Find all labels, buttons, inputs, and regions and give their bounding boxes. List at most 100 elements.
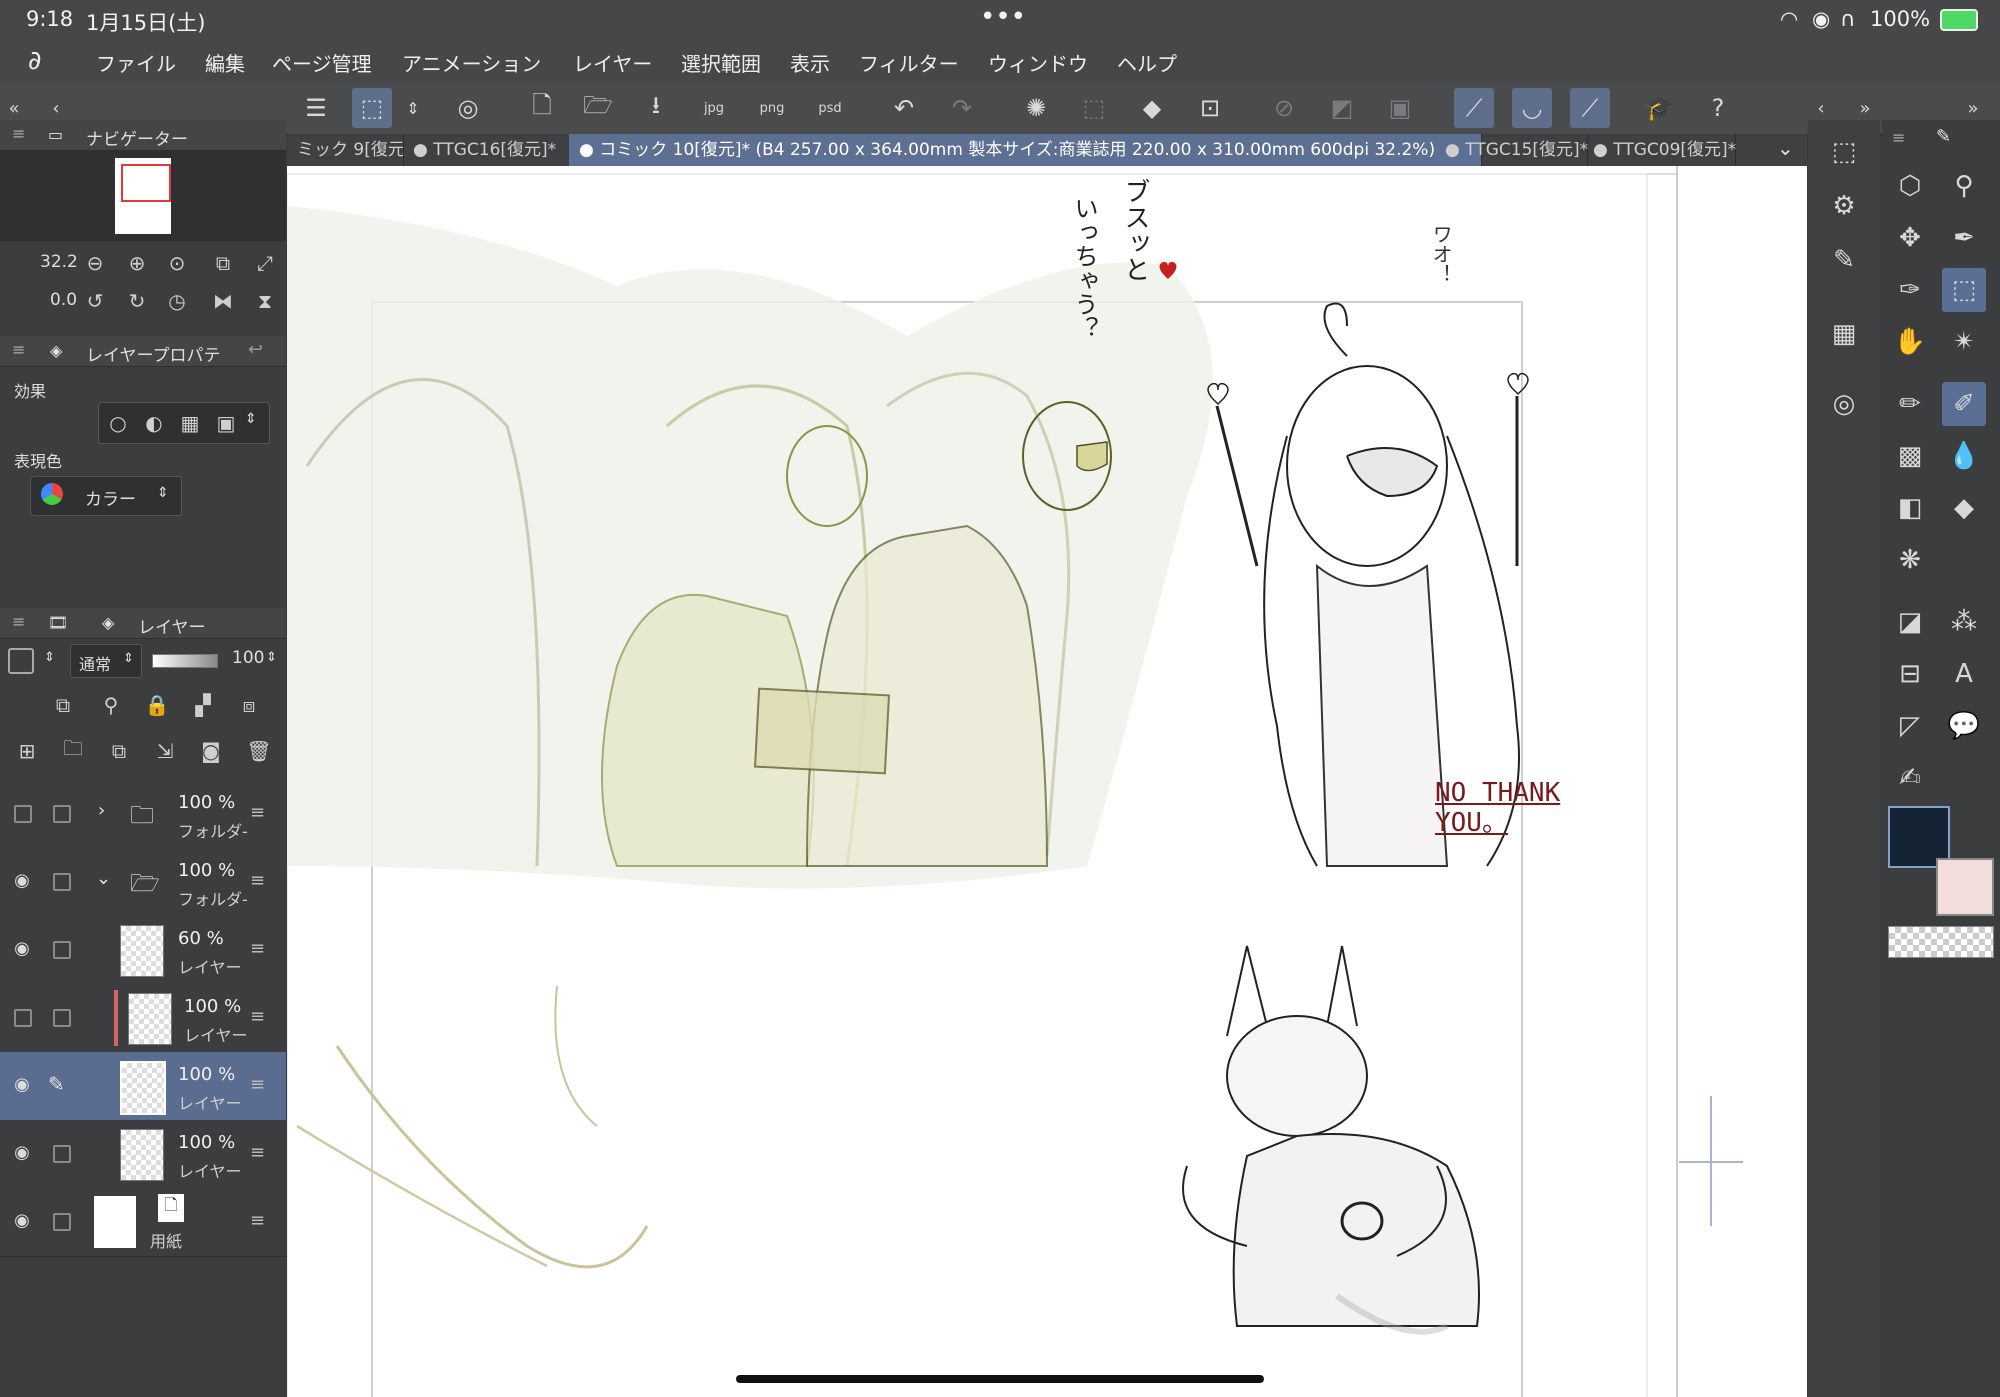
brush-tool-icon[interactable]: ✐ xyxy=(1942,382,1986,426)
deselect-icon[interactable]: ⊘ xyxy=(1264,88,1304,128)
eye-icon[interactable]: ◉ xyxy=(10,1210,34,1234)
expression-color-select[interactable]: カラー ⇕ xyxy=(30,476,182,516)
drag-handle-icon[interactable]: ≡ xyxy=(250,1074,265,1095)
fill-tool-icon[interactable]: ◆ xyxy=(1942,486,1986,530)
airbrush-icon[interactable]: ▩ xyxy=(1888,434,1932,478)
menu-file[interactable]: ファイル xyxy=(96,48,176,77)
tab-comic-9[interactable]: ミック 9[復元 xyxy=(287,134,404,166)
decoration-icon[interactable]: ❋ xyxy=(1888,538,1932,582)
panel-menu-icon-4[interactable]: ≡ xyxy=(1892,128,1905,147)
drag-handle-icon[interactable]: ≡ xyxy=(250,1006,265,1027)
export-psd-icon[interactable]: psd xyxy=(810,88,850,128)
copy-layer-icon[interactable]: ⧉ xyxy=(104,736,134,766)
save-icon[interactable]: ⭳ xyxy=(636,88,676,128)
extract-line-icon[interactable]: ◐ xyxy=(139,408,169,438)
frame-tool-icon[interactable]: ⊟ xyxy=(1888,652,1932,696)
figure-tool-icon[interactable]: ⁂ xyxy=(1942,600,1986,644)
opacity-value[interactable]: 100 xyxy=(232,648,264,668)
text-tool-icon[interactable]: A xyxy=(1942,652,1986,696)
flip-horizontal-icon[interactable]: ⧓ xyxy=(208,286,238,316)
transparent-color-swatch[interactable] xyxy=(1888,926,1994,958)
learn-icon[interactable]: 🎓 xyxy=(1640,88,1680,128)
help-icon[interactable]: ? xyxy=(1698,88,1738,128)
layer-row-6[interactable]: ◉ 100 % レイヤー ≡ xyxy=(0,1120,286,1189)
fit-window-icon[interactable]: ⧉ xyxy=(208,248,238,278)
ruler-tool-icon[interactable]: ◸ xyxy=(1888,704,1932,748)
eye-icon[interactable]: ◉ xyxy=(10,1142,34,1166)
eraser-icon[interactable]: ◧ xyxy=(1888,486,1932,530)
fill-icon[interactable]: ◆ xyxy=(1132,88,1172,128)
eyedropper-icon[interactable]: ✒ xyxy=(1942,216,1986,260)
back-icon[interactable]: ↩ xyxy=(248,339,263,360)
layer-row-paper[interactable]: ◉ 🗋 用紙 ≡ xyxy=(0,1188,286,1257)
layer-checkbox[interactable] xyxy=(53,1145,71,1163)
draft-layer-icon[interactable]: ⚲ xyxy=(96,690,126,720)
navigator-thumbnail[interactable] xyxy=(115,158,171,234)
sub-color-swatch[interactable] xyxy=(1936,858,1994,916)
canvas[interactable]: ブスッと いっちゃう？ ワオ！ NO THANK YOU。 xyxy=(287,166,1807,1397)
navigator-preview[interactable] xyxy=(0,151,286,241)
layer-checkbox[interactable] xyxy=(53,1009,71,1027)
layer-row-folder-2[interactable]: ◉ ⌄ 🗁 100 % フォルダ- ≡ xyxy=(0,848,286,917)
layer-checkbox[interactable] xyxy=(53,873,71,891)
menu-filter[interactable]: フィルター xyxy=(859,48,959,77)
layer-row-4[interactable]: 100 % レイヤー ≡ xyxy=(0,984,286,1053)
flip-vertical-icon[interactable]: ⧗ xyxy=(250,286,280,316)
actual-size-icon[interactable]: ⤢ xyxy=(250,248,280,278)
selection-settings-icon[interactable]: ⚙ xyxy=(1822,184,1866,228)
collapse-chevron-icon[interactable]: ⌄ xyxy=(96,868,111,889)
stabilizer-3-icon[interactable]: ⟋ xyxy=(1570,88,1610,128)
menu-selection[interactable]: 選択範囲 xyxy=(681,48,761,77)
app-logo-icon[interactable]: ∂ xyxy=(28,46,41,76)
zoom-out-icon[interactable]: ⊖ xyxy=(80,248,110,278)
tab-ttgc09[interactable]: ● TTGC09[復元]* xyxy=(1583,134,1736,166)
effect-more-icon[interactable]: ⇕ xyxy=(245,411,257,427)
new-file-icon[interactable]: 🗋 xyxy=(522,88,562,128)
selection-border-icon[interactable]: ▣ xyxy=(1380,88,1420,128)
timeline-icon[interactable]: 🎞 xyxy=(48,613,68,632)
correct-line-icon[interactable]: ✍ xyxy=(1888,756,1932,800)
clear-icon[interactable]: ⬚ xyxy=(1074,88,1114,128)
undo-icon[interactable]: ↶ xyxy=(884,88,924,128)
hand-tool-icon[interactable]: ✋ xyxy=(1888,320,1932,364)
eye-icon[interactable]: ◉ xyxy=(10,870,34,894)
record-icon[interactable]: ◎ xyxy=(1822,382,1866,426)
lock-transparent-icon[interactable]: ▞ xyxy=(188,690,218,720)
layer-color-swatch[interactable] xyxy=(8,648,34,674)
menu-window[interactable]: ウィンドウ xyxy=(988,48,1088,77)
move-tool-icon[interactable]: ✥ xyxy=(1888,216,1932,260)
blend-tool-icon[interactable]: 💧 xyxy=(1942,434,1986,478)
drag-handle-icon[interactable]: ≡ xyxy=(250,938,265,959)
open-folder-icon[interactable]: 🗁 xyxy=(578,88,618,128)
mask-icon[interactable]: ◙ xyxy=(196,736,226,766)
clip-layer-icon[interactable]: ⧈ xyxy=(234,690,264,720)
brush-settings-icon[interactable]: ✎ xyxy=(1822,238,1866,282)
zoom-in-icon[interactable]: ⊕ xyxy=(122,248,152,278)
tab-ttgc15[interactable]: ● TTGC15[復元]* xyxy=(1435,134,1588,166)
rotation-value[interactable]: 0.0 xyxy=(50,290,77,310)
drag-handle-icon[interactable]: ≡ xyxy=(250,870,265,891)
rotate-right-icon[interactable]: ↻ xyxy=(122,286,152,316)
menu-help[interactable]: ヘルプ xyxy=(1117,48,1177,77)
updown-icon[interactable]: ⇕ xyxy=(400,88,426,128)
redo-icon[interactable]: ↷ xyxy=(942,88,982,128)
reference-layer-icon[interactable]: ⧉ xyxy=(48,690,78,720)
selection-launcher-icon[interactable]: ⬚ xyxy=(1822,130,1866,174)
fit-icon[interactable]: ⊙ xyxy=(162,248,192,278)
visibility-toggle[interactable] xyxy=(14,1009,32,1027)
balloon-tool-icon[interactable]: 💬 xyxy=(1942,704,1986,748)
loading-icon[interactable]: ✺ xyxy=(1016,88,1056,128)
opacity-slider[interactable] xyxy=(152,654,218,668)
stabilizer-2-icon[interactable]: ◡ xyxy=(1512,88,1552,128)
border-effect-icon[interactable]: ○ xyxy=(103,408,133,438)
invert-selection-icon[interactable]: ◩ xyxy=(1322,88,1362,128)
trash-icon[interactable]: 🗑 xyxy=(244,736,274,766)
hamburger-menu-icon[interactable]: ☰ xyxy=(296,88,336,128)
menu-animation[interactable]: アニメーション xyxy=(402,48,541,77)
panel-menu-icon-2[interactable]: ≡ xyxy=(12,340,25,359)
pencil-tool-icon[interactable]: ✏ xyxy=(1888,382,1932,426)
blend-mode-select[interactable]: 通常 ⇕ xyxy=(70,644,142,678)
quick-access-icon[interactable]: ⬚ xyxy=(352,88,392,128)
visibility-toggle[interactable] xyxy=(14,805,32,823)
menu-edit[interactable]: 編集 xyxy=(205,48,245,77)
